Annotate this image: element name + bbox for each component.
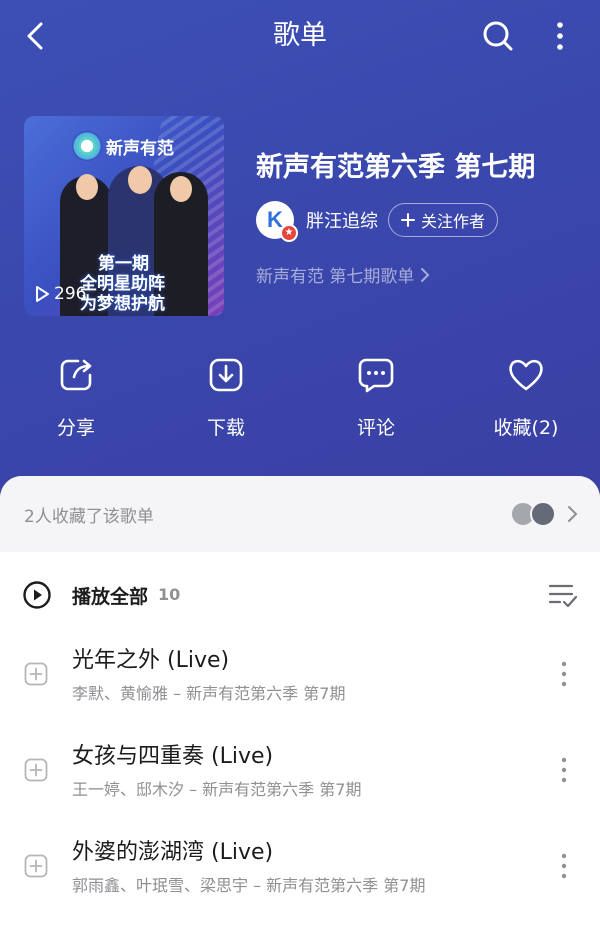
cover-slogan-line: 为梦想护航 xyxy=(80,294,165,314)
cover-slogan: 第一期 全明星助阵 为梦想护航 xyxy=(80,254,165,314)
playlist-cover[interactable]: 新声有范 第一期 全明星助阵 为梦想护航 296 xyxy=(24,116,224,316)
add-to-playlist-icon[interactable] xyxy=(24,854,48,878)
song-title: 外婆的澎湖湾 (Live) xyxy=(72,840,274,865)
collector-avatars xyxy=(510,501,556,527)
more-vertical-icon[interactable] xyxy=(554,754,574,786)
search-icon[interactable] xyxy=(480,18,516,54)
cover-person-head xyxy=(128,166,152,194)
song-artists: 王一婷、邸木汐 – 新声有范第六季 第7期 xyxy=(72,780,362,799)
content-sheet: 2人收藏了该歌单 播放全部 10 光年之外 (Live) 李默、黄愉雅 – 新声… xyxy=(0,476,600,932)
action-bar: 分享 下载 评论 收藏(2) xyxy=(0,355,600,445)
play-count-value: 296 xyxy=(54,284,87,304)
verified-star-icon: ★ xyxy=(280,224,298,242)
song-title: 光年之外 (Live) xyxy=(72,648,230,673)
comment-button[interactable]: 评论 xyxy=(316,355,436,440)
favorite-button[interactable]: 收藏(2) xyxy=(466,355,586,440)
follow-author-label: 关注作者 xyxy=(421,212,486,231)
heart-icon xyxy=(509,359,543,391)
song-item[interactable]: 外婆的澎湖湾 (Live) 郭雨鑫、叶珉雪、梁思宇 – 新声有范第六季 第7期 xyxy=(0,820,600,916)
song-item[interactable]: 光年之外 (Live) 李默、黄愉雅 – 新声有范第六季 第7期 xyxy=(0,628,600,724)
favorite-label: 收藏(2) xyxy=(493,417,559,439)
song-title: 女孩与四重奏 (Live) xyxy=(72,744,274,769)
more-vertical-icon[interactable] xyxy=(544,18,576,54)
collectors-text: 2人收藏了该歌单 xyxy=(24,507,154,527)
author-avatar[interactable]: K ★ xyxy=(256,201,298,242)
album-link[interactable]: 新声有范 第七期歌单 xyxy=(256,262,430,287)
song-item[interactable]: 女孩与四重奏 (Live) 王一婷、邸木汐 – 新声有范第六季 第7期 xyxy=(0,724,600,820)
download-button[interactable]: 下载 xyxy=(166,355,286,440)
download-icon xyxy=(209,358,243,392)
share-label: 分享 xyxy=(56,417,95,439)
share-button[interactable]: 分享 xyxy=(16,355,136,440)
add-to-playlist-icon[interactable] xyxy=(24,758,48,782)
more-vertical-icon[interactable] xyxy=(554,658,574,690)
cover-logo: 新声有范 xyxy=(72,130,174,162)
cover-logo-text: 新声有范 xyxy=(106,138,174,159)
play-all-label: 播放全部 xyxy=(72,586,149,608)
follow-author-button[interactable]: 关注作者 xyxy=(388,203,499,237)
playlist-title: 新声有范第六季 第七期 xyxy=(256,152,536,183)
plus-icon xyxy=(401,213,415,227)
cover-slogan-line: 全明星助阵 xyxy=(80,274,165,294)
song-artists: 李默、黄愉雅 – 新声有范第六季 第7期 xyxy=(72,684,346,703)
play-circle-icon xyxy=(23,581,51,609)
play-count: 296 xyxy=(34,284,86,304)
song-artists: 郭雨鑫、叶珉雪、梁思宇 – 新声有范第六季 第7期 xyxy=(72,876,426,895)
download-label: 下载 xyxy=(206,417,245,439)
share-icon xyxy=(60,359,92,391)
cover-slogan-line: 第一期 xyxy=(98,254,149,274)
cover-person-head xyxy=(76,174,98,200)
song-count: 10 xyxy=(158,585,181,604)
play-outline-icon xyxy=(36,286,49,302)
comment-label: 评论 xyxy=(356,417,395,439)
logo-emblem-icon xyxy=(72,131,102,161)
comment-icon xyxy=(358,358,394,393)
song-list: 播放全部 10 光年之外 (Live) 李默、黄愉雅 – 新声有范第六季 第7期 xyxy=(0,552,600,932)
play-all-row[interactable]: 播放全部 10 xyxy=(0,552,600,636)
chevron-right-icon xyxy=(421,267,430,282)
collector-avatar xyxy=(530,501,556,527)
author-row: K ★ 胖汪追综 关注作者 xyxy=(256,200,499,242)
more-vertical-icon[interactable] xyxy=(554,850,574,882)
author-name[interactable]: 胖汪追综 xyxy=(306,207,378,233)
chevron-right-icon xyxy=(568,506,578,522)
multi-select-icon[interactable] xyxy=(548,582,578,608)
top-bar: 歌单 xyxy=(0,0,600,72)
add-to-playlist-icon[interactable] xyxy=(24,662,48,686)
collectors-row[interactable]: 2人收藏了该歌单 xyxy=(0,476,600,552)
cover-person-head xyxy=(170,176,192,202)
album-link-label: 新声有范 第七期歌单 xyxy=(256,267,415,287)
